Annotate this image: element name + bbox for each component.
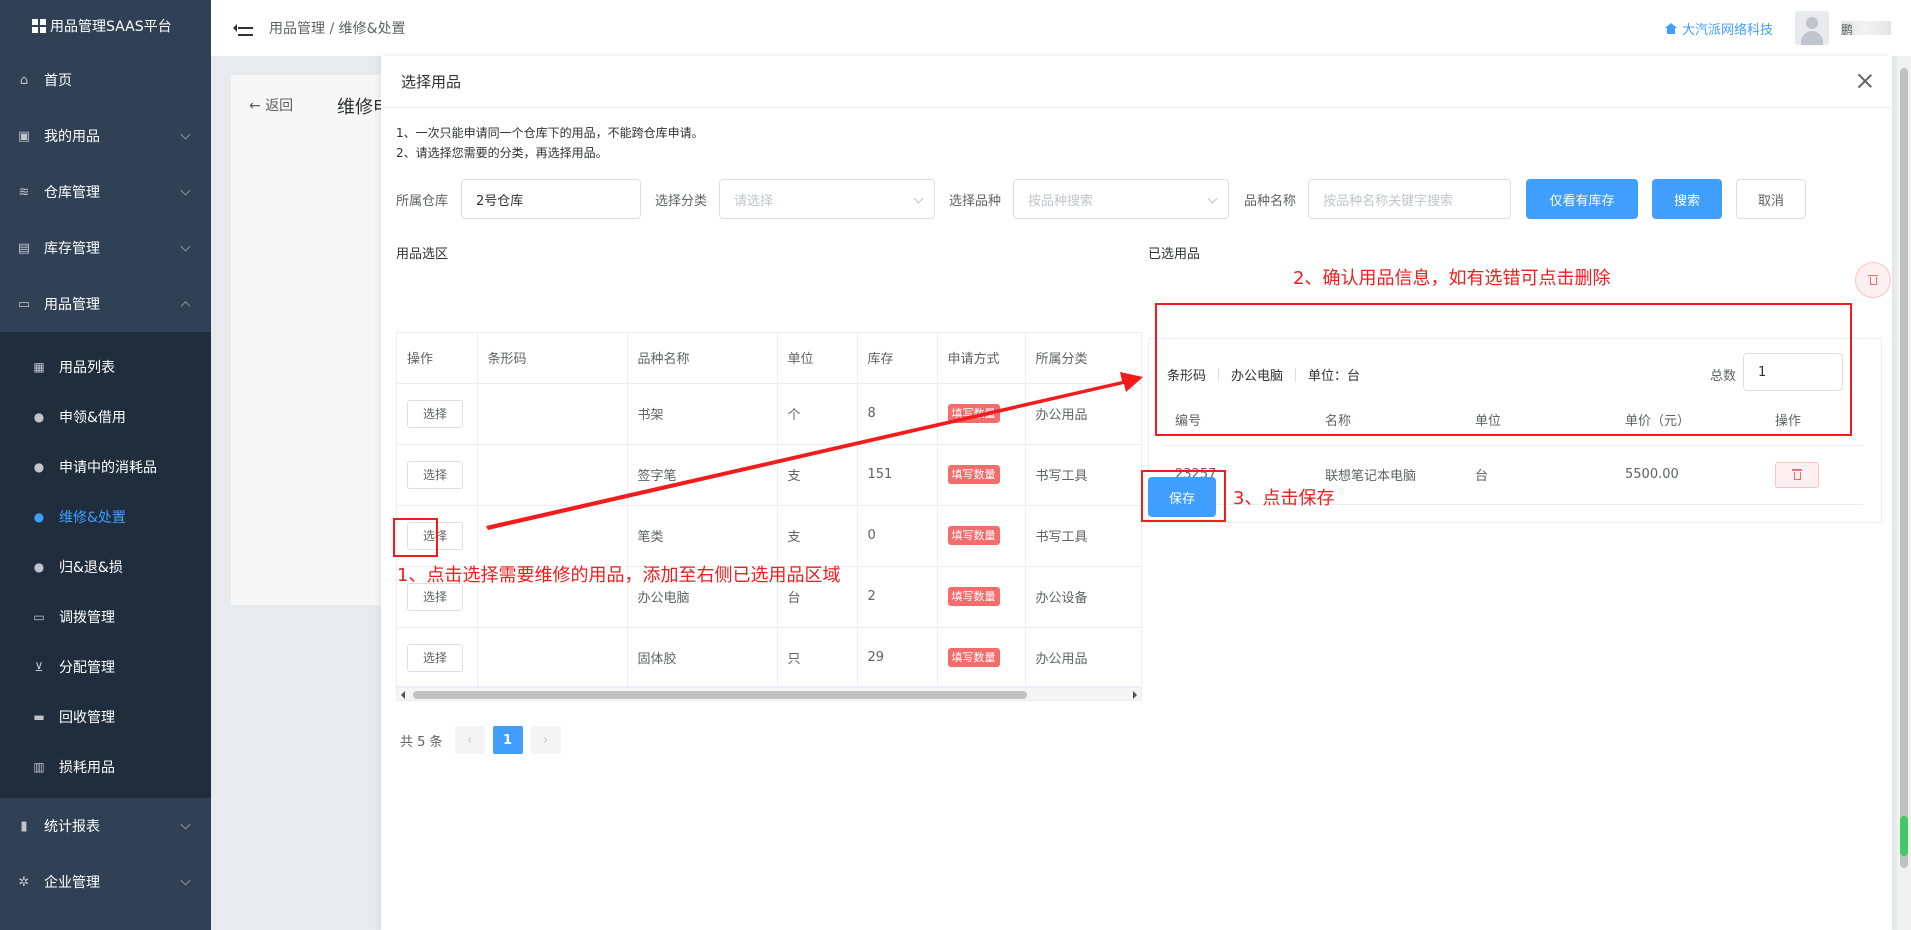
annotation-arrow: [486, 372, 1143, 530]
scrollbar-indicator: [1900, 816, 1908, 856]
page-vertical-scrollbar[interactable]: [1897, 56, 1911, 930]
scrollbar-thumb[interactable]: [1900, 68, 1908, 868]
annotation-arrow-shape: [486, 372, 1143, 530]
